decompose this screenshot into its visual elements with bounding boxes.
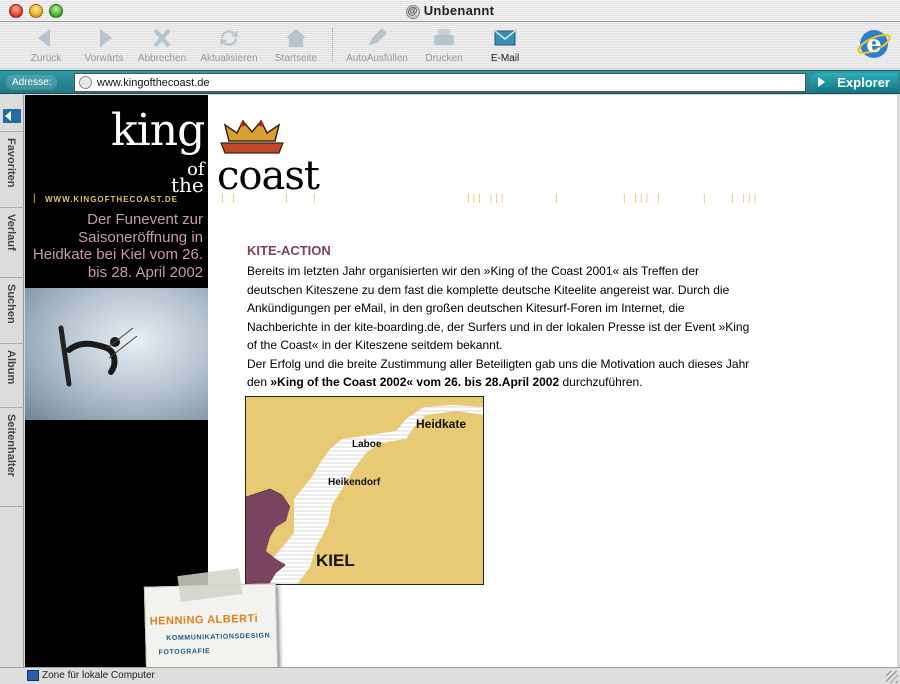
site-globe-icon [79, 76, 92, 89]
tick-decoration: | | [221, 193, 238, 204]
title-bar: @ Unbenannt [0, 0, 900, 22]
sidebar-tab-album[interactable]: Album [0, 343, 24, 407]
explorer-sidebar: Favoriten Verlauf Suchen Album Seitenhal… [0, 95, 24, 667]
toolbar-separator [332, 28, 333, 62]
map-label-kiel: KIEL [316, 551, 355, 570]
pencil-icon [369, 28, 387, 45]
home-icon [286, 29, 306, 47]
logo-the: the [171, 173, 204, 197]
article-paragraph-1: Bereits im letzten Jahr organisierten wi… [247, 264, 750, 352]
logo-king: king [111, 105, 205, 156]
sidebar-tab-favoriten[interactable]: Favoriten [0, 131, 24, 215]
stop-x-icon [153, 28, 171, 48]
home-button[interactable]: Startseite [270, 26, 322, 64]
sidebar-tab-suchen[interactable]: Suchen [0, 277, 24, 343]
window-title: @ Unbenannt [405, 3, 495, 19]
refresh-button[interactable]: Aktualisieren [196, 26, 262, 64]
designer-credit-card[interactable]: HENNiNG ALBERTi KOMMUNIKATIONSDESIGN FOT… [143, 568, 279, 667]
forward-arrow-icon [100, 29, 112, 47]
map-image: Heidkate Laboe Heikendorf KIEL [245, 396, 484, 585]
address-field[interactable] [74, 73, 806, 92]
map-label-laboe: Laboe [352, 439, 382, 450]
svg-text:e: e [866, 29, 881, 58]
status-text: Zone für lokale Computer [42, 670, 155, 681]
status-bar: Zone für lokale Computer [0, 667, 900, 684]
tick-decoration: | [285, 193, 291, 204]
sidebar-toggle-icon[interactable] [3, 109, 21, 123]
page-content: Der Funevent zur Saisoneröffnung in Heid… [25, 95, 897, 667]
address-label: Adresse: [6, 75, 58, 90]
envelope-icon [494, 30, 516, 46]
map-label-heikendorf: Heikendorf [328, 477, 381, 488]
map-label-heidkate: Heidkate [416, 417, 467, 431]
back-button[interactable]: Zurück [26, 26, 66, 64]
tick-decoration: | [33, 193, 39, 204]
section-heading: KITE-ACTION [247, 243, 331, 258]
sidebar-tab-seitenhalter[interactable]: Seitenhalter [0, 407, 24, 507]
resize-grip-icon[interactable] [886, 671, 898, 683]
print-button[interactable]: Drucken [422, 26, 466, 64]
forward-button[interactable]: Vorwärts [80, 26, 128, 64]
email-button[interactable]: E-Mail [484, 26, 526, 64]
explorer-go-button[interactable]: Explorer [810, 73, 898, 92]
kitesurfer-figure-icon [58, 325, 138, 387]
site-url: WWW.KINGOFTHECOAST.DE [45, 195, 178, 204]
stop-button[interactable]: Abbrechen [136, 26, 188, 64]
address-input[interactable] [97, 75, 797, 90]
tick-decoration: | ||| | [623, 193, 663, 204]
tick-decoration: | [555, 193, 561, 204]
credit-line-1: KOMMUNIKATIONSDESIGN [166, 632, 271, 643]
toolbar: Zurück Vorwärts Abbrechen Aktualisieren … [0, 22, 900, 68]
tick-decoration: | ||| [731, 193, 760, 204]
tick-decoration: | [313, 193, 319, 204]
sidebar-tab-verlauf[interactable]: Verlauf [0, 207, 24, 277]
refresh-icon [220, 30, 238, 46]
back-arrow-icon [38, 29, 50, 47]
tick-decoration: | [703, 193, 709, 204]
internet-explorer-logo-icon: e [857, 29, 891, 58]
go-arrow-icon [818, 77, 825, 87]
article-paragraph-2: Der Erfolg und die breite Zustimmung all… [247, 356, 750, 390]
promo-text: Der Funevent zur Saisoneröffnung in Heid… [32, 211, 203, 281]
printer-icon [434, 29, 454, 45]
kitesurfer-photo [25, 288, 208, 420]
crown-emblem-icon [220, 119, 284, 154]
credit-line-2: FOTOGRAFIE [158, 648, 211, 657]
page-icon: @ [405, 5, 420, 19]
zone-computer-icon [27, 670, 39, 681]
article: KITE-ACTION Bereits im letzten Jahr orga… [247, 243, 757, 392]
autofill-button[interactable]: AutoAusfüllen [342, 26, 412, 64]
tick-decoration: ||| ||| [467, 193, 507, 204]
credit-name: HENNiNG ALBERTi [149, 612, 259, 628]
address-bar: Adresse: Explorer [0, 70, 900, 94]
